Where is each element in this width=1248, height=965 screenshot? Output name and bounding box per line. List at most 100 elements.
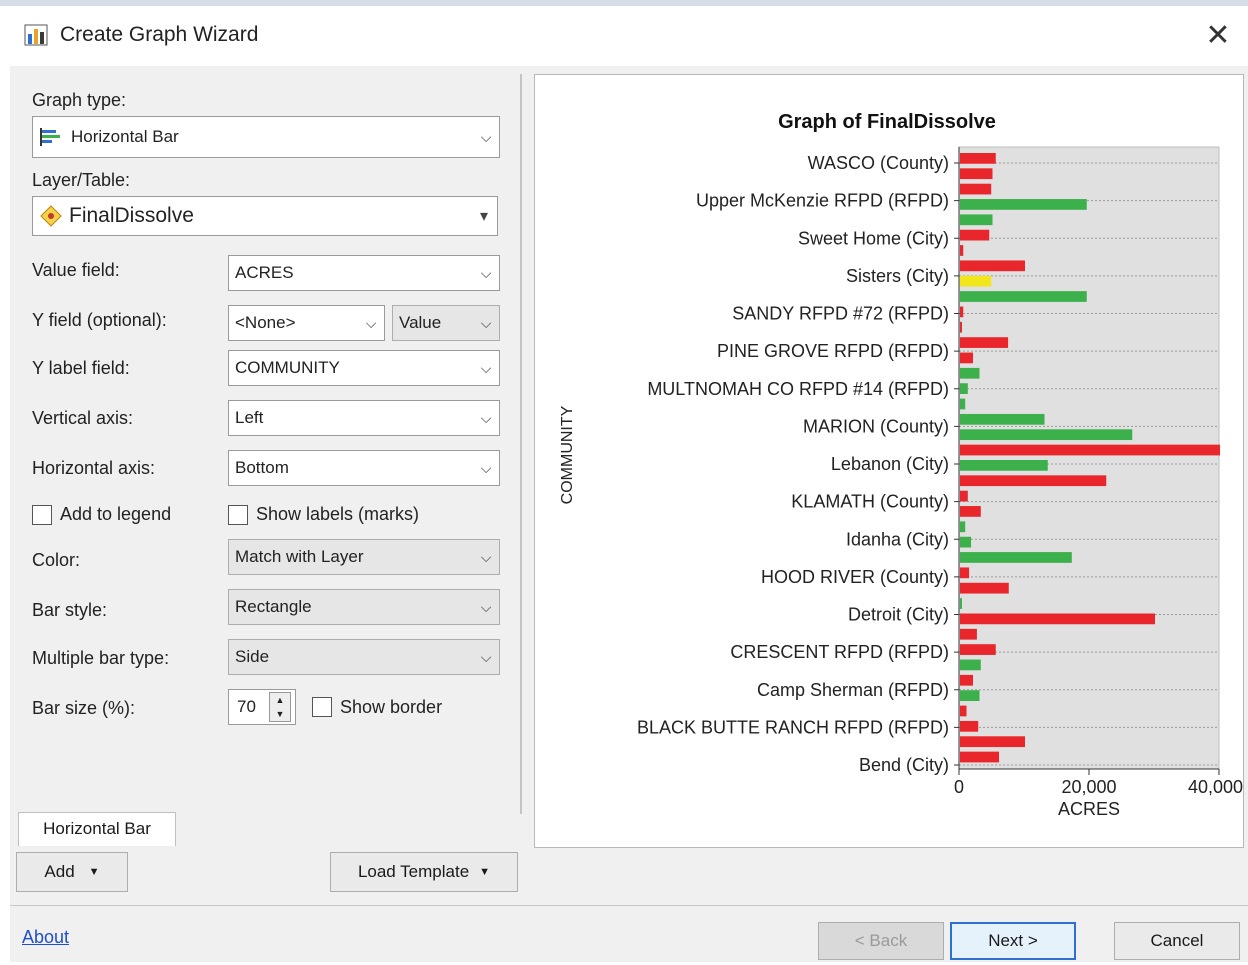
graph-preview-panel: Graph of FinalDissolve WASCO (County) Uppe… (534, 74, 1244, 848)
bar (960, 383, 968, 394)
color-value: Match with Layer (235, 547, 364, 566)
bar (960, 413, 1045, 425)
y-tick-label: Sweet Home (City) (798, 228, 949, 248)
cancel-button[interactable]: Cancel (1114, 922, 1240, 960)
y-field-mode-value: Value (399, 313, 442, 332)
chevron-down-icon: ⌵ (365, 314, 377, 331)
bar (960, 751, 999, 763)
y-tick-label: Lebanon (City) (831, 454, 949, 474)
dropdown-arrow-icon: ▾ (479, 208, 489, 225)
spinner-arrows-icon[interactable]: ▲ ▼ (269, 692, 291, 722)
bar-style-select[interactable]: Rectangle ⌵ (228, 589, 500, 625)
plot-area (958, 146, 1220, 770)
chevron-down-icon: ⌵ (480, 264, 492, 281)
y-tick-label: HOOD RIVER (County) (761, 567, 949, 587)
add-button[interactable]: Add ▼ (16, 852, 128, 892)
add-to-legend-checkbox[interactable] (32, 505, 52, 525)
x-tick-label: 40,000 (1188, 777, 1243, 797)
y-tick-label: Upper McKenzie RFPD (RFPD) (696, 191, 949, 211)
value-field-select[interactable]: ACRES ⌵ (228, 255, 500, 291)
bar (960, 628, 977, 640)
y-tick-label: PINE GROVE RFPD (RFPD) (717, 341, 949, 361)
bar (960, 674, 973, 686)
y-field-label: Y field (optional): (32, 310, 167, 330)
bar (960, 506, 981, 517)
bar (960, 690, 980, 701)
bar-size-spinner[interactable]: 70 ▲ ▼ (228, 689, 296, 725)
vertical-axis-select[interactable]: Left ⌵ (228, 400, 500, 436)
chevron-down-icon: ⌵ (480, 598, 492, 615)
horizontal-bar-icon (39, 127, 63, 147)
load-template-label: Load Template (357, 862, 470, 881)
y-field-select[interactable]: <None> ⌵ (228, 305, 385, 341)
bar (960, 659, 981, 671)
vertical-axis-value: Left (235, 408, 264, 427)
horizontal-axis-select[interactable]: Bottom ⌵ (228, 450, 500, 486)
y-tick-label: Sisters (City) (846, 266, 949, 286)
bar (960, 291, 1087, 302)
x-tick-label: 0 (954, 777, 964, 797)
tab-horizontal-bar[interactable]: Horizontal Bar (18, 812, 176, 846)
bar (960, 720, 979, 732)
bar-size-label: Bar size (%): (32, 698, 136, 718)
bar-style-label: Bar style: (32, 600, 108, 620)
y-tick-label: MARION (County) (803, 416, 949, 436)
dropdown-arrow-icon: ▼ (479, 866, 491, 878)
about-link[interactable]: About (22, 927, 69, 948)
show-labels-checkbox[interactable] (228, 505, 248, 525)
horizontal-axis-value: Bottom (235, 458, 289, 477)
x-tick-label: 20,000 (1061, 777, 1116, 797)
bar (960, 644, 996, 655)
bar (960, 260, 1025, 272)
y-label-field-label: Y label field: (32, 358, 130, 378)
close-icon[interactable]: ✕ (1200, 18, 1236, 54)
bar (960, 153, 996, 164)
bar-size-value: 70 (237, 697, 256, 716)
y-tick-label: KLAMATH (County) (791, 492, 949, 512)
back-button[interactable]: < Back (818, 922, 944, 960)
bar (960, 214, 993, 226)
multiple-bar-type-select[interactable]: Side ⌵ (228, 639, 500, 675)
chevron-down-icon: ⌵ (480, 548, 492, 565)
y-tick-label: WASCO (County) (808, 153, 949, 173)
chevron-down-icon: ⌵ (480, 648, 492, 665)
layer-table-value: FinalDissolve (69, 204, 194, 227)
bar (960, 613, 1155, 625)
graph-type-value: Horizontal Bar (71, 127, 179, 146)
color-label: Color: (32, 550, 81, 570)
y-tick-label: Detroit (City) (848, 605, 949, 625)
layer-table-label: Layer/Table: (32, 170, 131, 190)
chevron-down-icon: ⌵ (480, 459, 492, 476)
show-border-label: Show border (340, 697, 443, 717)
bar (960, 229, 990, 241)
bar (960, 275, 992, 287)
y-tick-label: Idanha (City) (846, 529, 949, 549)
show-border-checkbox[interactable] (312, 697, 332, 717)
bar (960, 429, 1133, 441)
next-button[interactable]: Next > (950, 922, 1076, 960)
add-to-legend-label: Add to legend (60, 504, 172, 524)
bar (960, 245, 964, 256)
y-field-mode-select[interactable]: Value ⌵ (392, 305, 500, 341)
load-template-button[interactable]: Load Template ▼ (330, 852, 518, 892)
bar (960, 598, 962, 609)
bar (960, 367, 980, 379)
y-tick-label: CRESCENT RFPD (RFPD) (730, 642, 949, 662)
bar (960, 475, 1107, 487)
color-select[interactable]: Match with Layer ⌵ (228, 539, 500, 575)
graph-type-label: Graph type: (32, 90, 127, 110)
multiple-bar-type-value: Side (235, 647, 270, 666)
y-tick-label: MULTNOMAH CO RFPD #14 (RFPD) (647, 379, 949, 399)
bar (960, 736, 1025, 748)
window-title: Create Graph Wizard (60, 23, 259, 46)
bar (960, 168, 993, 180)
x-axis-label: ACRES (1058, 799, 1120, 819)
y-label-field-select[interactable]: COMMUNITY ⌵ (228, 350, 500, 386)
y-tick-label: BLACK BUTTE RANCH RFPD (RFPD) (637, 717, 949, 737)
bar (960, 552, 1072, 563)
dropdown-arrow-icon: ▼ (88, 866, 100, 878)
bar-chart: Graph of FinalDissolve WASCO (County) Uppe… (559, 111, 1243, 819)
layer-table-select[interactable]: FinalDissolve ▾ (32, 196, 498, 236)
graph-type-select[interactable]: Horizontal Bar ⌵ (32, 116, 500, 158)
y-field-value: <None> (235, 313, 296, 332)
